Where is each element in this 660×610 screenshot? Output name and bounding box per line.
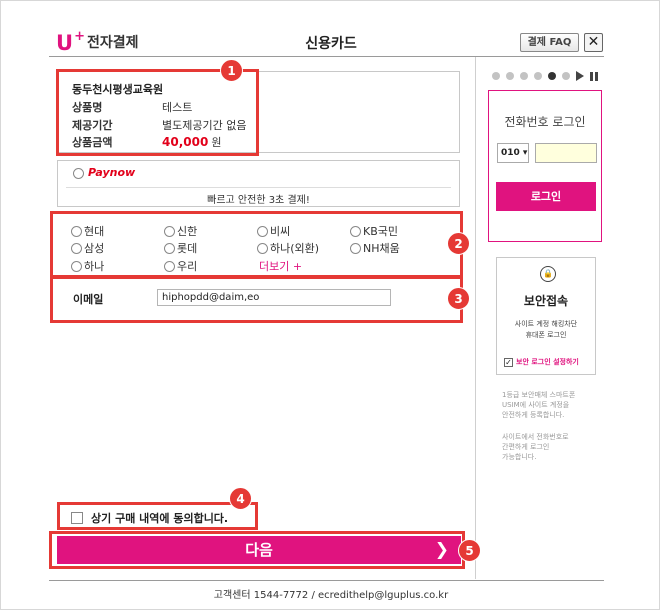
check-icon[interactable]: ✓ bbox=[504, 357, 513, 367]
play-icon[interactable] bbox=[576, 71, 584, 81]
secure-desc-line: 휴대폰 로그인 bbox=[525, 331, 567, 339]
paynow-option[interactable]: Paynow 빠르고 안전한 3초 결제! bbox=[57, 160, 460, 207]
paynow-radio[interactable] bbox=[73, 168, 84, 179]
note-line: 1등급 보안매체 스마트폰 bbox=[502, 391, 576, 399]
secure-login-toggle[interactable]: ✓ 보안 로그인 설정하기 bbox=[504, 357, 579, 367]
panel-divider bbox=[475, 57, 476, 579]
paynow-divider bbox=[66, 187, 451, 188]
lock-icon: 🔒 bbox=[540, 266, 556, 282]
faq-button[interactable]: 결제 FAQ bbox=[520, 33, 579, 52]
note-line: 가능합니다. bbox=[502, 453, 537, 461]
annotation-box-2 bbox=[50, 211, 463, 279]
slider-dot[interactable] bbox=[506, 72, 514, 80]
annotation-box-3 bbox=[50, 275, 463, 323]
annotation-badge-4: 4 bbox=[229, 487, 252, 510]
note-line: 안전하게 등록합니다. bbox=[502, 411, 565, 419]
paynow-description: 빠르고 안전한 3초 결제! bbox=[207, 195, 310, 206]
phone-login-panel: 전화번호 로그인 010 ▾ 로그인 bbox=[488, 90, 602, 242]
login-button[interactable]: 로그인 bbox=[496, 182, 596, 211]
slider-dot-active[interactable] bbox=[548, 72, 556, 80]
secure-login-panel: 🔒 보안접속 사이트 계정 해킹차단 휴대폰 로그인 ✓ 보안 로그인 설정하기 bbox=[496, 257, 596, 375]
footer-contact: 고객센터 1544-7772 / ecredithelp@lguplus.co.… bbox=[213, 590, 449, 601]
slider-dot[interactable] bbox=[492, 72, 500, 80]
close-icon: ✕ bbox=[587, 34, 600, 50]
slider-dot[interactable] bbox=[520, 72, 528, 80]
annotation-badge-3: 3 bbox=[447, 287, 470, 310]
note-line: 사이트에서 전화번호로 bbox=[502, 433, 569, 441]
side-note-usim: 1등급 보안매체 스마트폰 USIM에 사이트 계정을 안전하게 등록합니다. bbox=[502, 390, 602, 420]
close-button[interactable]: ✕ bbox=[584, 33, 603, 52]
secure-description: 사이트 계정 해킹차단 휴대폰 로그인 bbox=[497, 319, 595, 341]
slider-dot[interactable] bbox=[534, 72, 542, 80]
phone-login-title: 전화번호 로그인 bbox=[504, 115, 586, 129]
pause-icon[interactable] bbox=[590, 71, 598, 81]
annotation-box-4 bbox=[57, 502, 258, 530]
annotation-badge-5: 5 bbox=[458, 539, 481, 562]
phone-number-input[interactable] bbox=[535, 143, 597, 163]
paynow-logo: Paynow bbox=[88, 166, 136, 179]
slider-dot[interactable] bbox=[562, 72, 570, 80]
annotation-badge-1: 1 bbox=[220, 59, 243, 82]
annotation-box-5 bbox=[49, 531, 465, 569]
side-note-phone: 사이트에서 전화번호로 간편하게 로그인 가능합니다. bbox=[502, 432, 602, 462]
banner-slider-controls bbox=[492, 71, 598, 81]
footer-divider bbox=[49, 580, 604, 581]
secure-checkbox-label: 보안 로그인 설정하기 bbox=[516, 358, 579, 366]
secure-title: 보안접속 bbox=[523, 294, 569, 308]
annotation-box-1 bbox=[56, 69, 259, 156]
payment-window: U + 전자결제 신용카드 결제 FAQ ✕ 동두천시평생교육원 상품명 테스트… bbox=[0, 0, 660, 610]
secure-desc-line: 사이트 계정 해킹차단 bbox=[514, 320, 578, 328]
note-line: USIM에 사이트 계정을 bbox=[502, 401, 570, 409]
header-divider bbox=[49, 56, 604, 57]
annotation-badge-2: 2 bbox=[447, 232, 470, 255]
phone-prefix-select[interactable]: 010 ▾ bbox=[497, 143, 529, 163]
note-line: 간편하게 로그인 bbox=[502, 443, 550, 451]
